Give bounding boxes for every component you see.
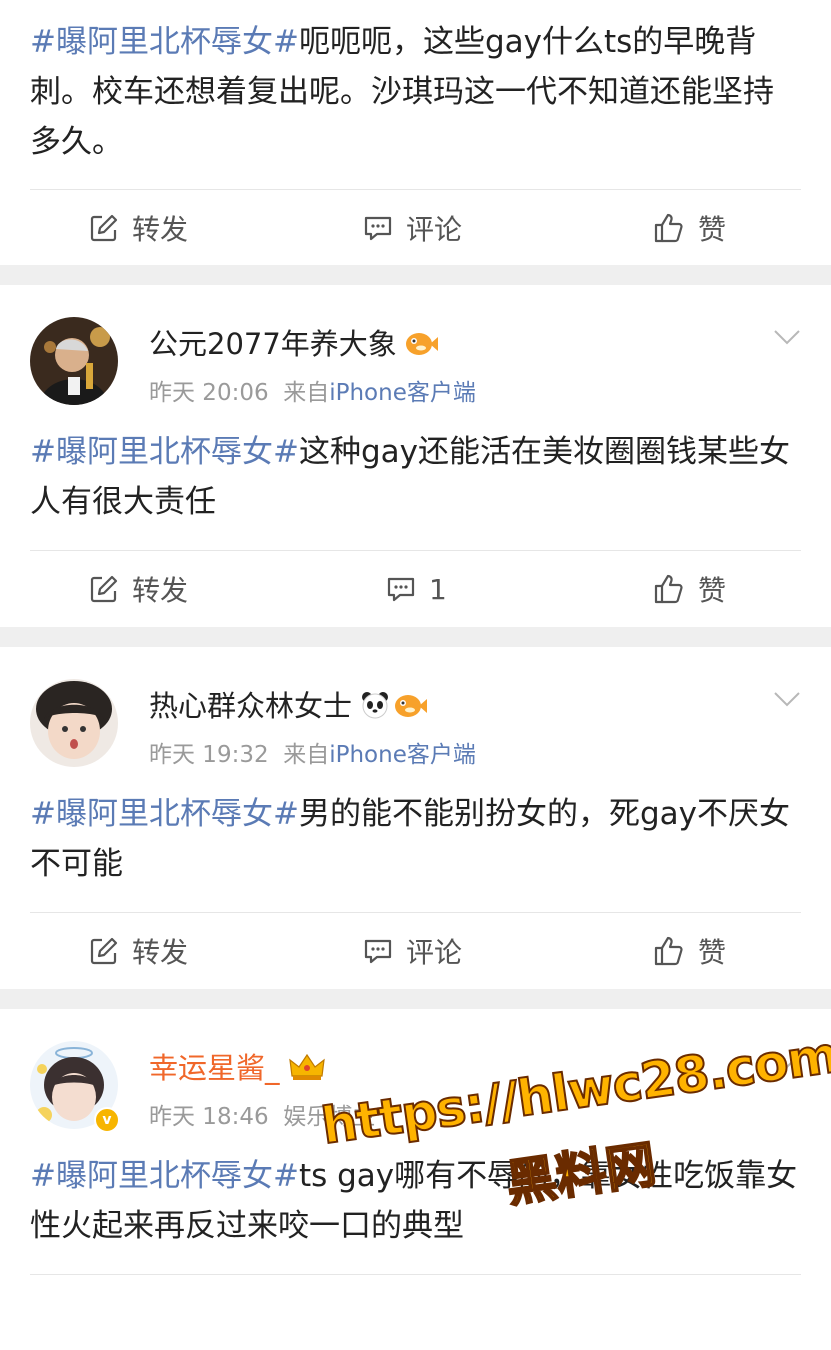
crown-badge-icon: [288, 1052, 326, 1089]
repost-label: 转发: [132, 936, 189, 969]
avatar[interactable]: [30, 317, 118, 405]
username-text: 幸运星酱_: [149, 1051, 280, 1085]
comment-button[interactable]: 评论: [362, 931, 462, 971]
repost-label: 转发: [132, 213, 189, 246]
feed-separator: [0, 989, 831, 1009]
comment-button[interactable]: 1: [385, 569, 447, 609]
like-label: 赞: [698, 574, 727, 607]
comment-bubble-icon: [364, 939, 392, 964]
thumbs-up-icon: [654, 574, 683, 604]
hashtag-link[interactable]: #曝阿里北杯辱女#: [30, 796, 299, 832]
action-bar: 转发 评论 赞: [30, 189, 801, 265]
feed-separator: [0, 627, 831, 647]
like-button[interactable]: 赞: [652, 569, 726, 609]
like-button[interactable]: 赞: [652, 208, 726, 248]
post-meta: 昨天 20:06 来自iPhone客户端: [149, 373, 476, 407]
like-label: 赞: [698, 936, 727, 969]
comment-count: 1: [429, 572, 447, 606]
watermark-site-name: 黑料网: [502, 1134, 661, 1214]
panda-icon: [360, 691, 390, 726]
post-header: 公元2077年养大象 昨天 20:06 来自iPhone客户端: [30, 317, 801, 407]
like-label: 赞: [698, 213, 727, 246]
username-text: 公元2077年养大象: [149, 327, 397, 361]
avatar[interactable]: [30, 679, 118, 767]
source-link[interactable]: iPhone客户端: [329, 380, 476, 406]
source-prefix: 来自: [283, 742, 330, 768]
username-text: 热心群众林女士: [149, 689, 353, 723]
post-text: #曝阿里北杯辱女#男的能不能别扮女的，死gay不厌女不可能: [30, 789, 801, 889]
comment-bubble-icon: [364, 216, 392, 241]
username[interactable]: 公元2077年养大象: [149, 321, 439, 364]
comment-button[interactable]: 评论: [362, 208, 462, 248]
member-badge-icon: [394, 691, 428, 726]
post-card-1: 公元2077年养大象 昨天 20:06 来自iPhone客户端 #曝阿里北杯辱女…: [0, 285, 831, 627]
hashtag-link[interactable]: #曝阿里北杯辱女#: [30, 1158, 299, 1194]
thumbs-up-icon: [654, 213, 683, 243]
edit-square-icon: [90, 575, 118, 603]
member-badge-icon: [405, 329, 439, 364]
username[interactable]: 热心群众林女士: [149, 683, 428, 726]
post-text: #曝阿里北杯辱女#这种gay还能活在美妆圈圈钱某些女人有很大责任: [30, 427, 801, 527]
post-time: 昨天 20:06: [149, 380, 269, 406]
comment-bubble-icon: [387, 577, 415, 602]
hashtag-link[interactable]: #曝阿里北杯辱女#: [30, 24, 299, 60]
post-time: 昨天 19:32: [149, 742, 269, 768]
thumbs-up-icon: [654, 936, 683, 966]
action-bar: [30, 1274, 801, 1350]
post-time: 昨天 18:46: [149, 1104, 269, 1130]
feed-separator: [0, 265, 831, 285]
post-text: #曝阿里北杯辱女#呃呃呃，这些gay什么ts的早晚背刺。校车还想着复出呢。沙琪玛…: [30, 17, 801, 167]
chevron-down-icon[interactable]: [773, 327, 801, 347]
verified-badge-icon: v: [94, 1107, 120, 1133]
edit-square-icon: [90, 937, 118, 965]
source-prefix: 来自: [283, 380, 330, 406]
comment-label: 评论: [406, 936, 463, 969]
repost-button[interactable]: 转发: [88, 208, 188, 248]
repost-button[interactable]: 转发: [88, 931, 188, 971]
chevron-down-icon[interactable]: [773, 689, 801, 709]
action-bar: 转发 评论 赞: [30, 912, 801, 988]
post-meta: 昨天 19:32 来自iPhone客户端: [149, 735, 476, 769]
action-bar: 转发 1 赞: [30, 550, 801, 626]
post-card-0: #曝阿里北杯辱女#呃呃呃，这些gay什么ts的早晚背刺。校车还想着复出呢。沙琪玛…: [0, 0, 831, 265]
like-button[interactable]: 赞: [652, 931, 726, 971]
post-header: 热心群众林女士 昨天 19:32 来自iPhone客户端: [30, 679, 801, 769]
username[interactable]: 幸运星酱_: [149, 1045, 326, 1089]
edit-square-icon: [90, 214, 118, 242]
repost-label: 转发: [132, 574, 189, 607]
comment-label: 评论: [406, 213, 463, 246]
post-card-2: 热心群众林女士 昨天 19:32 来自iPhone客户端 #曝阿里北杯辱女#男的…: [0, 647, 831, 989]
repost-button[interactable]: 转发: [88, 569, 188, 609]
hashtag-link[interactable]: #曝阿里北杯辱女#: [30, 434, 299, 470]
source-link[interactable]: iPhone客户端: [329, 742, 476, 768]
